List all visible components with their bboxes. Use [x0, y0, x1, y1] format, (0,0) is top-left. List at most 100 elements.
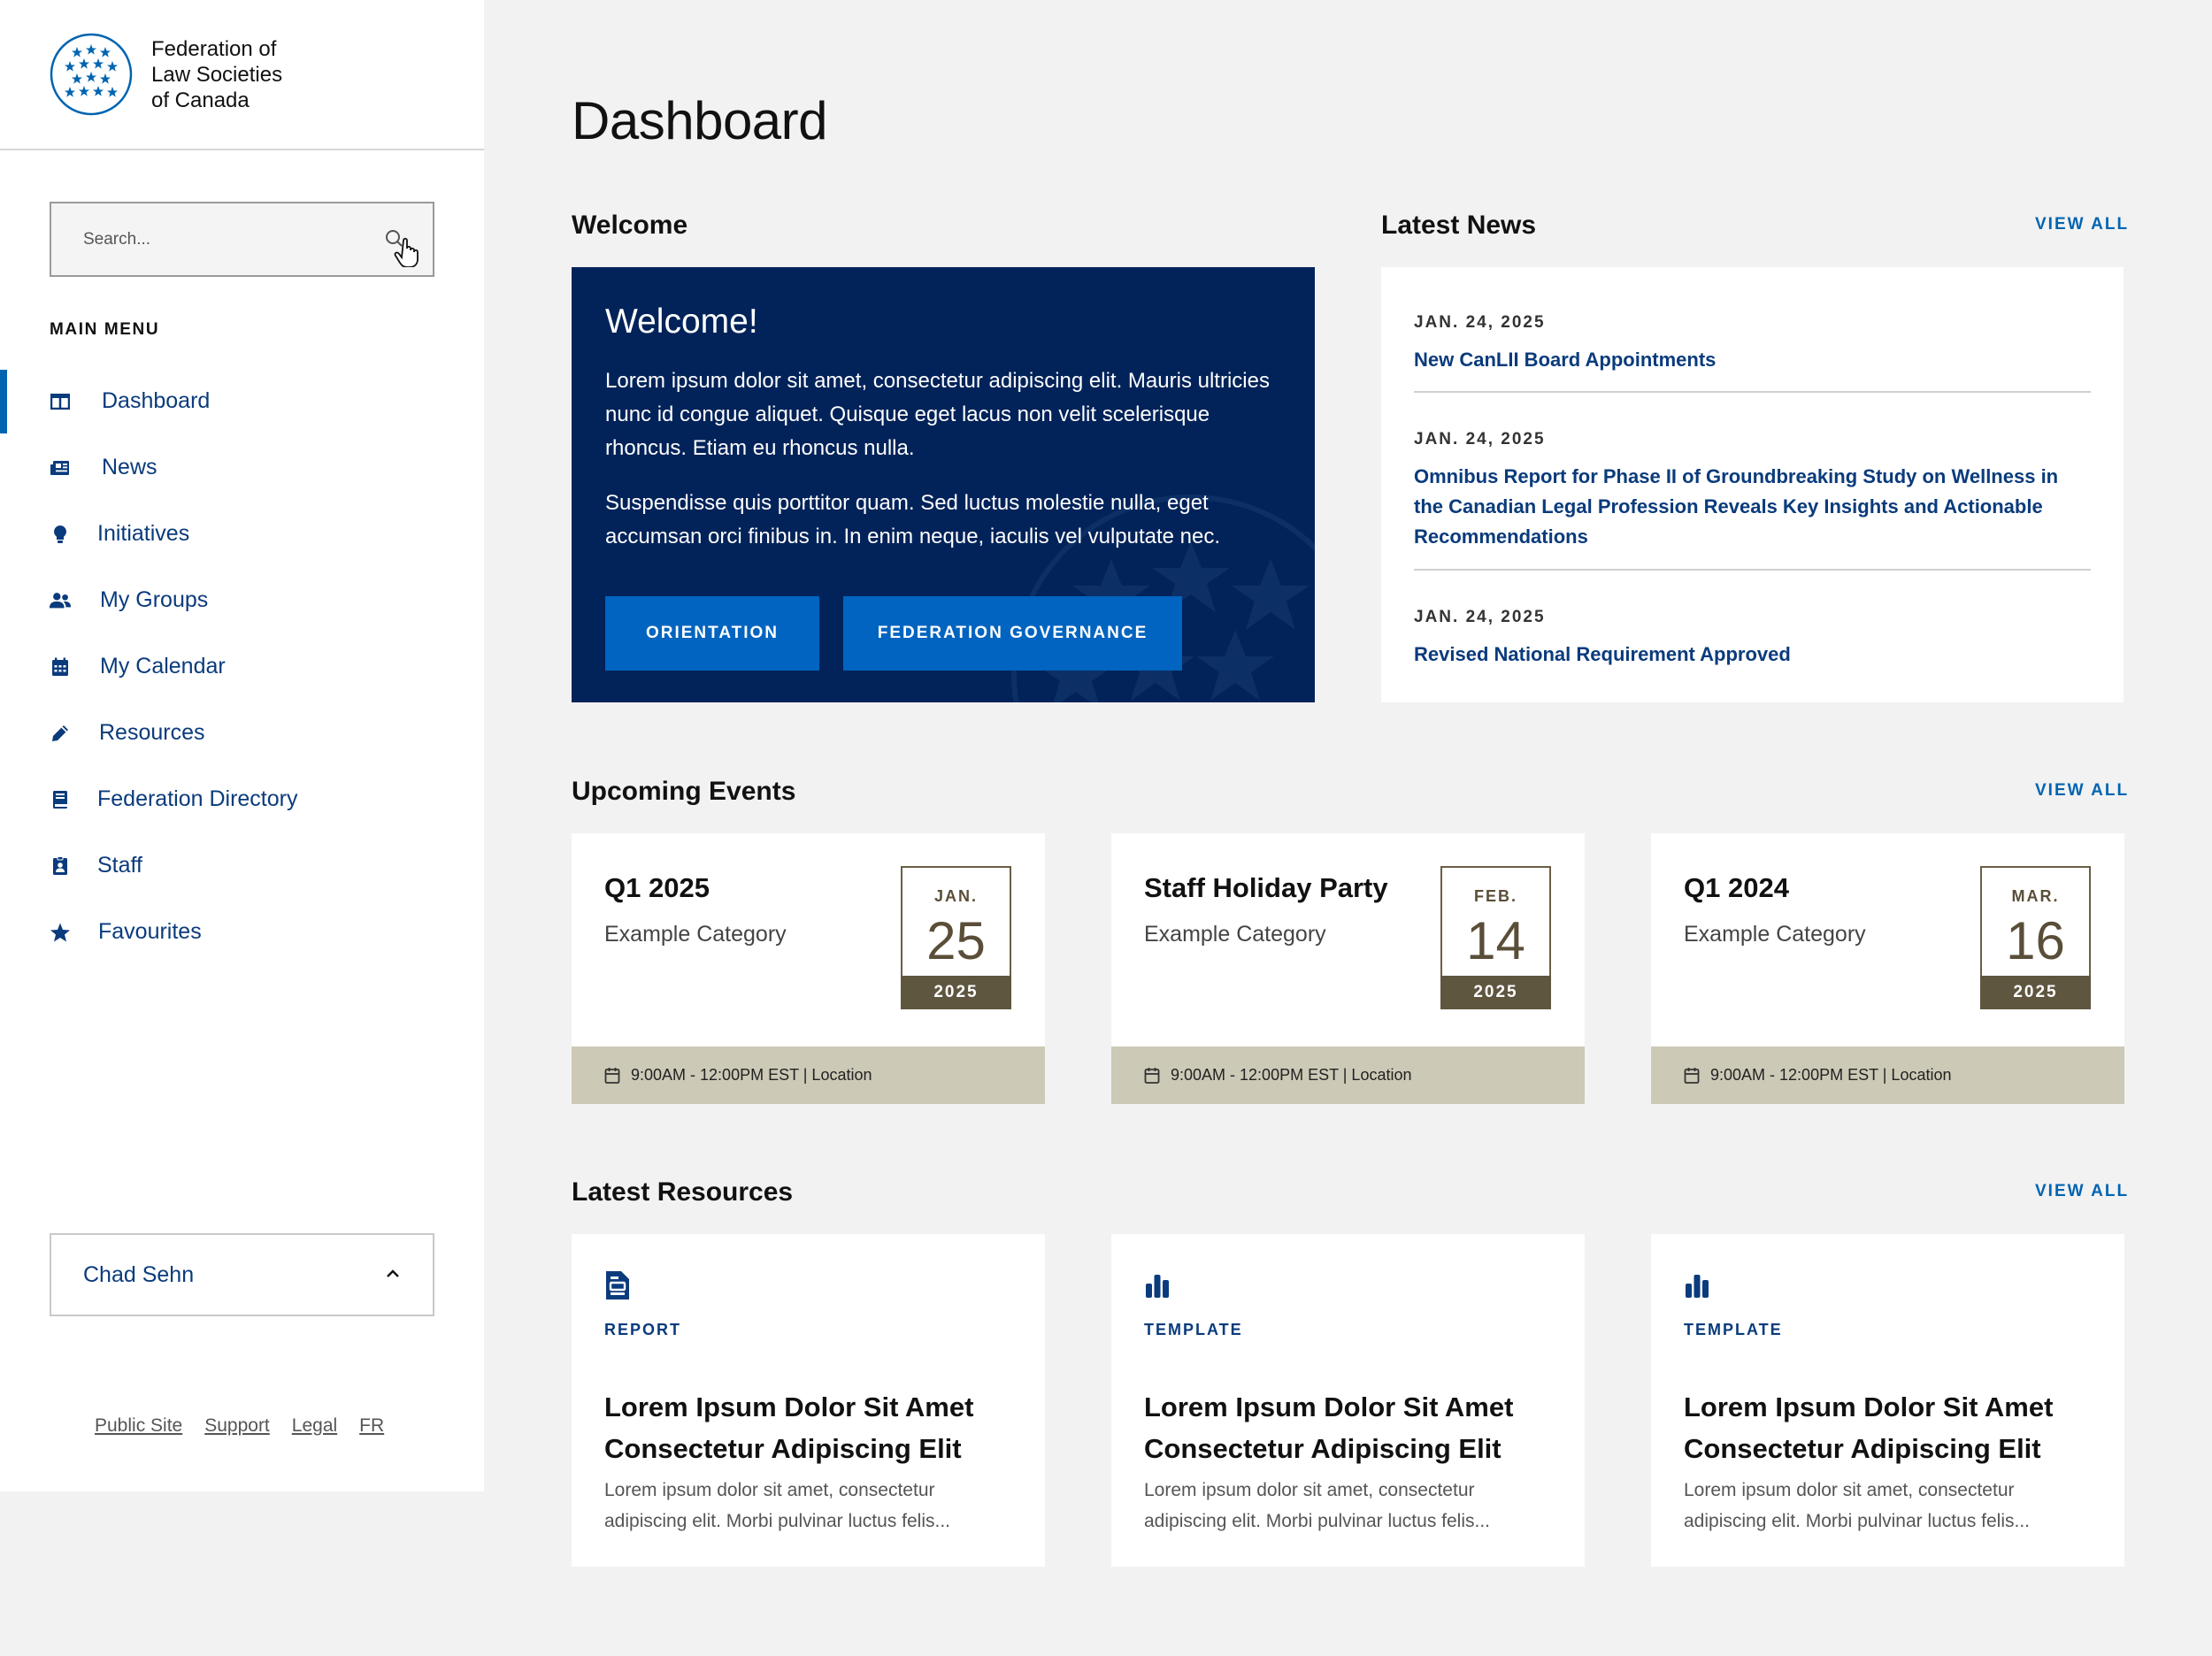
event-month: JAN. [933, 887, 978, 905]
news-title[interactable]: New CanLII Board Appointments [1414, 345, 2091, 375]
calendar-icon [1684, 1067, 1700, 1084]
star-icon [49, 921, 72, 944]
news-title[interactable]: Revised National Requirement Approved [1414, 640, 2091, 670]
public-site-link[interactable]: Public Site [95, 1415, 182, 1437]
lightbulb-icon [49, 523, 72, 546]
sidebar-item-label: Federation Directory [97, 786, 298, 811]
welcome-paragraph-2: Suspendisse quis porttitor quam. Sed luc… [605, 491, 1221, 548]
sidebar-item-label: Initiatives [97, 521, 190, 546]
resource-card[interactable]: TEMPLATE Lorem Ipsum Dolor Sit Amet Cons… [1111, 1234, 1585, 1567]
search-icon[interactable] [384, 228, 434, 267]
news-panel: JAN. 24, 2025 New CanLII Board Appointme… [1381, 267, 2124, 702]
brand-name-line-2: Law Societies [151, 62, 283, 87]
calendar-icon [1144, 1067, 1160, 1084]
welcome-heading: Welcome! [605, 303, 758, 341]
sidebar-item-initiatives[interactable]: Initiatives [0, 501, 484, 567]
sidebar-item-label: Favourites [98, 919, 202, 944]
calendar-icon [604, 1067, 620, 1084]
welcome-card: Welcome! Lorem ipsum dolor sit amet, con… [572, 267, 1315, 702]
pencil-icon [49, 722, 72, 745]
event-day: 14 [1466, 911, 1525, 970]
sidebar-item-label: Dashboard [102, 388, 211, 413]
calendar-icon [49, 656, 72, 678]
latest-news-section-title: Latest News [1381, 211, 1537, 240]
sidebar-item-label: My Calendar [100, 654, 226, 678]
sidebar-item-news[interactable]: News [0, 434, 484, 501]
search-box [50, 202, 434, 277]
event-time-location: 9:00AM - 12:00PM EST | Location [1171, 1066, 1412, 1084]
news-divider [1414, 391, 2091, 393]
resource-title[interactable]: Lorem Ipsum Dolor Sit Amet Consectetur A… [1684, 1386, 2100, 1469]
sidebar-item-staff[interactable]: Staff [0, 832, 484, 899]
resource-type: TEMPLATE [1684, 1321, 1783, 1338]
event-card[interactable]: Q1 2024 Example Category MAR. 16 2025 9:… [1651, 833, 2124, 1104]
legal-link[interactable]: Legal [292, 1415, 337, 1437]
resource-description: Lorem ipsum dolor sit amet, consectetur … [1144, 1480, 1491, 1531]
federation-governance-button[interactable]: FEDERATION GOVERNANCE [843, 596, 1182, 671]
latest-resources-section-title: Latest Resources [572, 1177, 794, 1207]
event-date-badge: JAN. 25 2025 [901, 866, 1011, 1009]
welcome-paragraph-1: Lorem ipsum dolor sit amet, consectetur … [605, 369, 1270, 460]
events-view-all-link[interactable]: VIEW ALL [2035, 781, 2129, 801]
resource-title[interactable]: Lorem Ipsum Dolor Sit Amet Consectetur A… [604, 1386, 1020, 1469]
upcoming-events-section-title: Upcoming Events [572, 777, 796, 806]
event-category: Example Category [1144, 922, 1326, 947]
news-item[interactable]: JAN. 24, 2025 Omnibus Report for Phase I… [1414, 430, 2091, 552]
event-time-location: 9:00AM - 12:00PM EST | Location [631, 1066, 872, 1084]
event-day: 25 [926, 911, 986, 970]
sidebar-item-label: Resources [99, 720, 205, 745]
event-date-badge: MAR. 16 2025 [1980, 866, 2091, 1009]
resource-card[interactable]: REPORT Lorem Ipsum Dolor Sit Amet Consec… [572, 1234, 1045, 1567]
event-title: Q1 2025 [604, 872, 710, 903]
news-date: JAN. 24, 2025 [1414, 430, 1546, 448]
event-card[interactable]: Q1 2025 Example Category JAN. 25 2025 9:… [572, 833, 1045, 1104]
news-item[interactable]: JAN. 24, 2025 Revised National Requireme… [1414, 608, 2091, 670]
brand-header: Federation of Law Societies of Canada [0, 0, 484, 150]
resources-view-all-link[interactable]: VIEW ALL [2035, 1182, 2129, 1201]
event-card[interactable]: Staff Holiday Party Example Category FEB… [1111, 833, 1585, 1104]
event-category: Example Category [604, 922, 787, 947]
orientation-button[interactable]: ORIENTATION [605, 596, 819, 671]
event-time-location: 9:00AM - 12:00PM EST | Location [1710, 1066, 1952, 1084]
sidebar-item-my-groups[interactable]: My Groups [0, 567, 484, 633]
page-title: Dashboard [572, 91, 828, 150]
event-details-bar: 9:00AM - 12:00PM EST | Location [572, 1046, 1045, 1104]
sidebar-item-favourites[interactable]: Favourites [0, 899, 484, 965]
footer-links: Public Site Support Legal FR [95, 1415, 384, 1437]
bar-chart-icon [1146, 1275, 1169, 1298]
news-title[interactable]: Omnibus Report for Phase II of Groundbre… [1414, 462, 2091, 552]
search-input[interactable] [51, 203, 433, 275]
federation-logo-icon[interactable] [50, 33, 133, 116]
resource-title[interactable]: Lorem Ipsum Dolor Sit Amet Consectetur A… [1144, 1386, 1560, 1469]
event-year: 2025 [1440, 976, 1551, 1009]
sidebar-item-label: News [102, 455, 157, 479]
users-icon [49, 589, 72, 612]
french-language-link[interactable]: FR [359, 1415, 384, 1437]
resource-card[interactable]: TEMPLATE Lorem Ipsum Dolor Sit Amet Cons… [1651, 1234, 2124, 1567]
news-view-all-link[interactable]: VIEW ALL [2035, 215, 2129, 234]
user-name: Chad Sehn [83, 1261, 195, 1287]
support-link[interactable]: Support [204, 1415, 270, 1437]
event-date-badge: FEB. 14 2025 [1440, 866, 1551, 1009]
book-icon [49, 788, 72, 811]
main-menu: Dashboard News Initiatives My Groups My … [0, 368, 484, 965]
report-icon [606, 1271, 629, 1300]
sidebar-item-federation-directory[interactable]: Federation Directory [0, 766, 484, 832]
sidebar-item-label: Staff [97, 853, 142, 878]
resource-type: REPORT [604, 1321, 682, 1338]
welcome-section-title: Welcome [572, 211, 688, 240]
columns-icon [49, 390, 72, 413]
news-item[interactable]: JAN. 24, 2025 New CanLII Board Appointme… [1414, 313, 2091, 375]
sidebar-item-resources[interactable]: Resources [0, 700, 484, 766]
resource-type: TEMPLATE [1144, 1321, 1243, 1338]
bar-chart-icon [1686, 1275, 1709, 1298]
event-month: MAR. [2011, 887, 2060, 905]
newspaper-icon [49, 456, 72, 479]
event-details-bar: 9:00AM - 12:00PM EST | Location [1651, 1046, 2124, 1104]
user-menu[interactable]: Chad Sehn [50, 1233, 434, 1316]
news-divider [1414, 569, 2091, 571]
sidebar-item-label: My Groups [100, 587, 209, 612]
id-badge-icon [49, 855, 72, 878]
sidebar-item-my-calendar[interactable]: My Calendar [0, 633, 484, 700]
sidebar-item-dashboard[interactable]: Dashboard [0, 368, 484, 434]
